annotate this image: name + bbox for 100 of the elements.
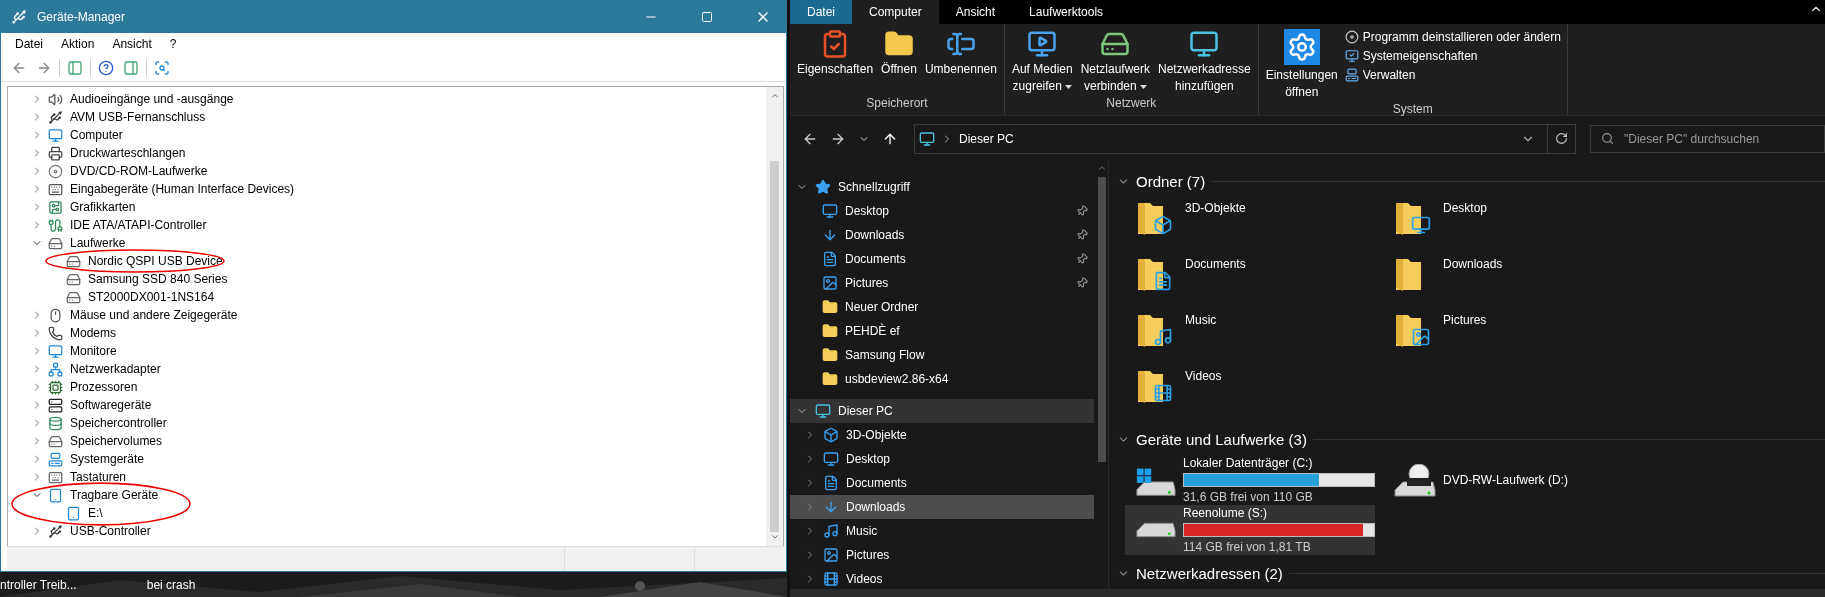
nav-item[interactable]: Documents (790, 471, 1094, 495)
folder-label[interactable]: Desktop (1443, 197, 1488, 253)
panel-button[interactable] (121, 58, 141, 78)
tree-item[interactable]: Modems (70, 326, 116, 340)
folder-label[interactable]: Documents (1185, 253, 1246, 309)
help-button[interactable] (96, 58, 116, 78)
nav-item[interactable]: Downloads (790, 223, 1094, 247)
ribbon-tab[interactable]: Datei (790, 0, 852, 24)
ribbon-tab[interactable]: Ansicht (938, 0, 1013, 24)
folder-label[interactable]: Music (1185, 309, 1217, 365)
mouse-icon (48, 307, 63, 323)
nav-item[interactable]: Downloads (790, 495, 1094, 519)
nav-item[interactable]: Dieser PC (790, 399, 1094, 423)
tree-item[interactable]: IDE ATA/ATAPI-Controller (70, 218, 207, 232)
nav-item[interactable]: PEHDÈ ef (790, 319, 1094, 343)
menu-item[interactable]: Ansicht (104, 35, 160, 53)
tree-item[interactable]: Laufwerke (70, 236, 126, 250)
ribbon-tab[interactable]: Laufwerktools (1012, 0, 1121, 24)
folder-label[interactable]: 3D-Objekte (1185, 197, 1246, 253)
tree-item[interactable]: Speichercontroller (70, 416, 167, 430)
tree-item[interactable]: Computer (70, 128, 123, 142)
nav-item[interactable]: Desktop (790, 447, 1094, 471)
tree-item[interactable]: Eingabegeräte (Human Interface Devices) (70, 182, 295, 196)
scroll-up-icon[interactable] (1097, 163, 1107, 173)
menu-item[interactable]: Aktion (53, 35, 103, 53)
tree-item[interactable]: Netzwerkadapter (70, 362, 161, 376)
ribbon-button[interactable]: Verwalten (1342, 67, 1563, 83)
scrollbar[interactable] (766, 87, 783, 546)
panel-button[interactable] (65, 58, 85, 78)
computer-icon (1344, 68, 1359, 82)
disc-icon (1344, 30, 1359, 44)
address-bar[interactable]: Dieser PC (914, 123, 1576, 154)
ribbon-button[interactable]: Auf Medien zugreifen (1008, 27, 1076, 95)
folder-label[interactable]: Videos (1185, 365, 1222, 421)
nav-item[interactable]: usbdeview2.86-x64 (790, 367, 1094, 391)
menu-item[interactable]: ? (161, 35, 185, 53)
drive-tile[interactable]: DVD-RW-Laufwerk (D:) (1383, 455, 1633, 505)
scan-button[interactable] (152, 58, 172, 78)
database-icon (48, 415, 63, 431)
nav-item[interactable]: Neuer Ordner (790, 295, 1094, 319)
server-icon (48, 397, 63, 413)
ribbon-button[interactable]: Eigenschaften (794, 27, 877, 95)
nav-item[interactable]: Schnellzugriff (790, 175, 1094, 199)
ribbon-button[interactable]: Systemeigenschaften (1342, 48, 1563, 64)
monitor-check-icon (1344, 49, 1359, 63)
tree-item[interactable]: Tragbare Geräte (70, 488, 159, 502)
ribbon-button[interactable]: Einstellungen öffnen (1262, 27, 1341, 101)
nav-item[interactable]: Documents (790, 247, 1094, 271)
nav-item[interactable]: 3D-Objekte (790, 423, 1094, 447)
search-box[interactable]: "Dieser PC" durchsuchen (1590, 124, 1825, 153)
tree-item[interactable]: Audioeingänge und -ausgänge (70, 92, 234, 106)
ribbon-button[interactable]: Netzwerkadresse hinzufügen (1155, 27, 1254, 95)
folder-label[interactable]: Pictures (1443, 309, 1487, 365)
free-space-text: 114 GB frei von 1,81 TB (1183, 540, 1312, 554)
tree-item[interactable]: AVM USB-Fernanschluss (70, 110, 206, 124)
ribbon-button[interactable]: Öffnen (878, 27, 920, 95)
tree-item[interactable]: USB-Controller (70, 524, 151, 538)
section-heading[interactable]: Ordner (7) (1136, 172, 1206, 190)
tree-item[interactable]: Tastaturen (70, 470, 127, 484)
drive-label: Lokaler Datenträger (C:) (1183, 456, 1314, 470)
tree-item[interactable]: Samsung SSD 840 Series (88, 272, 228, 286)
tree-item[interactable]: E:\ (88, 506, 103, 520)
cable-icon (48, 217, 63, 233)
tree-item[interactable]: Speichervolumes (70, 434, 163, 448)
folder-label[interactable]: Downloads (1443, 253, 1503, 309)
drive-tile[interactable]: Reenolume (S:) 114 GB frei von 1,81 TB (1125, 505, 1375, 555)
search-field[interactable]: "Dieser PC" durchsuchen (1622, 130, 1824, 147)
ribbon-button[interactable]: Programm deinstallieren oder ändern (1342, 29, 1563, 45)
music-note-icon (823, 523, 839, 539)
nav-item[interactable]: Music (790, 519, 1094, 543)
tree-item[interactable]: Softwaregeräte (70, 398, 152, 412)
tree-item[interactable]: Mäuse und andere Zeigegeräte (70, 308, 238, 322)
desktop-icon-label[interactable]: ntroller Treib... (0, 577, 77, 592)
section-heading[interactable]: Netzwerkadressen (2) (1136, 564, 1283, 582)
hard-drive-icon (1135, 522, 1177, 538)
tree-item[interactable]: Druckwarteschlangen (70, 146, 186, 160)
ribbon-button[interactable]: Netzlaufwerk verbinden (1077, 27, 1153, 95)
menu-item[interactable]: Datei (7, 35, 51, 53)
ribbon-button[interactable]: Umbenennen (921, 27, 1000, 95)
network-icon (48, 361, 63, 377)
tree-item[interactable]: Prozessoren (70, 380, 138, 394)
monitor-play-icon (1027, 29, 1058, 59)
tree-item[interactable]: DVD/CD-ROM-Laufwerke (70, 164, 208, 178)
drive-icon (66, 271, 81, 287)
drive-icon (66, 289, 81, 305)
tree-item[interactable]: Systemgeräte (70, 452, 145, 466)
desktop-icon-label[interactable]: bei crash (146, 577, 196, 592)
nav-item[interactable]: Pictures (790, 543, 1094, 567)
tree-item[interactable]: Monitore (70, 344, 117, 358)
nav-item[interactable]: Desktop (790, 199, 1094, 223)
nav-item[interactable]: Samsung Flow (790, 343, 1094, 367)
nav-item[interactable]: Videos (790, 567, 1094, 589)
nav-item[interactable]: Pictures (790, 271, 1094, 295)
scroll-up-icon[interactable] (769, 91, 780, 101)
tree-item[interactable]: Grafikkarten (70, 200, 136, 214)
section-heading[interactable]: Geräte und Laufwerke (3) (1136, 430, 1307, 448)
cube-icon (823, 427, 839, 443)
ribbon-tab[interactable]: Computer (852, 0, 939, 24)
drive-tile[interactable]: Lokaler Datenträger (C:) 31,6 GB frei von 110 GB (1125, 455, 1375, 505)
tree-item[interactable]: ST2000DX001-1NS164 (88, 290, 215, 304)
